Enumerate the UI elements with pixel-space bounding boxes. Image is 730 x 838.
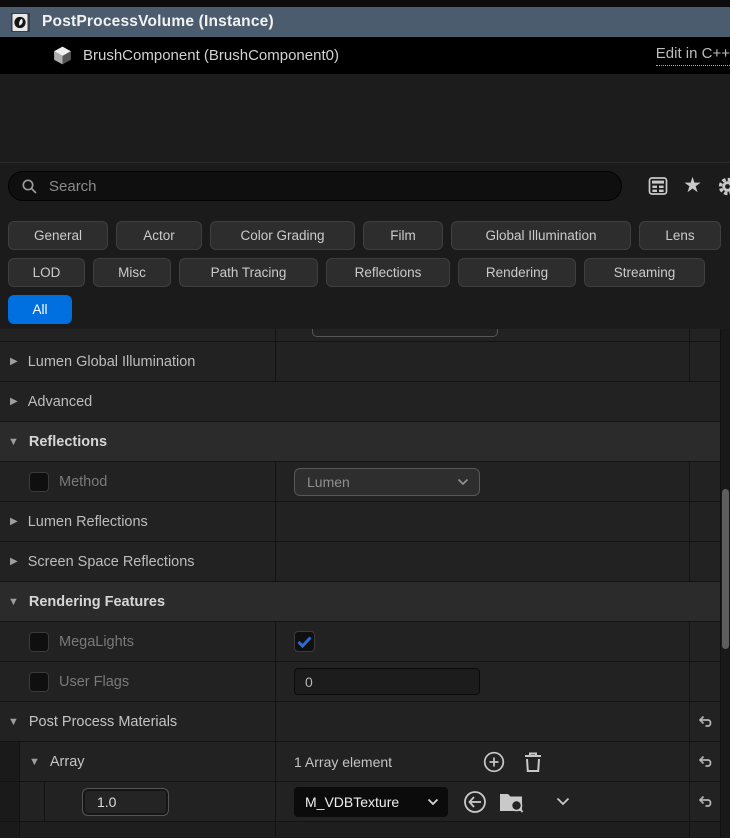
filter-rendering[interactable]: Rendering <box>458 258 576 287</box>
user-flags-input[interactable] <box>294 668 480 695</box>
row-array[interactable]: ▼ Array 1 Array element <box>0 742 730 782</box>
row-screen-space-reflections[interactable]: ▶ Screen Space Reflections <box>0 542 730 582</box>
filter-color-grading[interactable]: Color Grading <box>210 221 355 250</box>
actor-header: PostProcessVolume (Instance) <box>0 7 730 37</box>
top-strip <box>0 0 730 7</box>
clipped-widget <box>312 329 498 337</box>
expander-expanded-icon[interactable]: ▼ <box>8 596 19 608</box>
filter-buttons: General Actor Color Grading Film Global … <box>0 209 730 329</box>
row-label: User Flags <box>59 674 129 690</box>
row-label: Lumen Reflections <box>28 514 148 530</box>
indent-guide <box>20 782 45 821</box>
row-label: Lumen Global Illumination <box>28 354 196 370</box>
row-label: Post Process Materials <box>29 714 177 730</box>
component-row[interactable]: BrushComponent (BrushComponent0) Edit in… <box>0 37 730 74</box>
revert-icon[interactable] <box>697 714 714 730</box>
blend-weight-input[interactable] <box>82 788 169 816</box>
row-lumen-reflections[interactable]: ▶ Lumen Reflections <box>0 502 730 542</box>
filter-row-3: All <box>8 295 730 324</box>
filter-global-illumination[interactable]: Global Illumination <box>451 221 631 250</box>
add-element-icon[interactable] <box>482 750 506 774</box>
partial-row-bottom <box>0 822 730 837</box>
filter-row-2: LOD Misc Path Tracing Reflections Render… <box>8 258 730 287</box>
delete-all-trash-icon[interactable] <box>522 750 544 774</box>
check-icon <box>297 636 312 648</box>
chevron-down-icon <box>427 798 439 806</box>
row-label: Screen Space Reflections <box>28 554 195 570</box>
indent-guide <box>0 782 20 821</box>
expander-expanded-icon[interactable]: ▼ <box>20 756 40 768</box>
filter-lens[interactable]: Lens <box>639 221 721 250</box>
revert-icon[interactable] <box>697 754 714 770</box>
array-element-count: 1 Array element <box>294 754 392 770</box>
edit-condition-checkbox[interactable] <box>29 472 49 492</box>
row-array-element-0: M_VDBTexture <box>0 782 730 822</box>
indent-guide <box>0 822 20 837</box>
scrollbar-thumb[interactable] <box>722 489 729 649</box>
edit-condition-checkbox[interactable] <box>29 632 49 652</box>
expander-expanded-icon[interactable]: ▼ <box>0 716 19 728</box>
row-advanced[interactable]: ▶ Advanced <box>0 382 730 422</box>
expander-collapsed-icon[interactable]: ▶ <box>0 356 18 367</box>
filter-streaming[interactable]: Streaming <box>584 258 705 287</box>
row-post-process-materials[interactable]: ▼ Post Process Materials <box>0 702 730 742</box>
row-user-flags: User Flags <box>0 662 730 702</box>
revert-icon[interactable] <box>697 794 714 810</box>
filter-reflections[interactable]: Reflections <box>326 258 450 287</box>
filter-all[interactable]: All <box>8 295 72 324</box>
filter-misc[interactable]: Misc <box>93 258 171 287</box>
expander-collapsed-icon[interactable]: ▶ <box>0 516 18 527</box>
row-label: Advanced <box>28 394 93 410</box>
category-reflections[interactable]: ▼ Reflections <box>0 422 730 462</box>
component-name: BrushComponent (BrushComponent0) <box>83 47 339 64</box>
material-asset-combo[interactable]: M_VDBTexture <box>294 787 448 817</box>
search-input[interactable] <box>47 177 609 196</box>
postprocess-volume-icon <box>10 12 31 33</box>
filter-lod[interactable]: LOD <box>8 258 85 287</box>
category-label: Reflections <box>29 434 107 450</box>
browse-to-asset-icon[interactable] <box>498 790 526 814</box>
empty-area <box>0 74 730 163</box>
property-list: ▶ Lumen Global Illumination ▶ Advanced ▼… <box>0 329 730 837</box>
favorites-star-icon[interactable]: ★ <box>683 176 702 196</box>
search-row: ★ <box>0 163 730 209</box>
row-label: MegaLights <box>59 634 134 650</box>
filter-row-1: General Actor Color Grading Film Global … <box>8 221 730 250</box>
indent-guide <box>0 742 20 781</box>
filter-path-tracing[interactable]: Path Tracing <box>179 258 318 287</box>
material-asset-name: M_VDBTexture <box>305 794 399 810</box>
details-panel: PostProcessVolume (Instance) BrushCompon… <box>0 0 730 838</box>
row-label: Method <box>59 474 107 490</box>
chevron-down-icon <box>457 478 469 486</box>
filter-general[interactable]: General <box>8 221 108 250</box>
category-rendering-features[interactable]: ▼ Rendering Features <box>0 582 730 622</box>
expander-collapsed-icon[interactable]: ▶ <box>0 556 18 567</box>
row-lumen-global-illumination[interactable]: ▶ Lumen Global Illumination <box>0 342 730 382</box>
category-label: Rendering Features <box>29 594 165 610</box>
element-options-chevron-icon[interactable] <box>556 797 570 806</box>
expander-collapsed-icon[interactable]: ▶ <box>0 396 18 407</box>
row-label: Array <box>50 754 85 770</box>
search-box[interactable] <box>8 171 622 201</box>
row-method: Method Lumen <box>0 462 730 502</box>
display-grid-icon[interactable] <box>648 176 668 196</box>
settings-gear-icon[interactable] <box>717 176 730 197</box>
edit-condition-checkbox[interactable] <box>29 672 49 692</box>
search-icon <box>21 178 38 195</box>
megalights-checkbox-checked[interactable] <box>294 631 315 652</box>
brush-component-icon <box>52 45 73 66</box>
filter-film[interactable]: Film <box>363 221 443 250</box>
partial-row-top <box>0 329 730 342</box>
actor-title: PostProcessVolume (Instance) <box>42 13 274 31</box>
edit-in-cpp-link[interactable]: Edit in C++ <box>656 45 730 66</box>
method-dropdown[interactable]: Lumen <box>294 468 480 496</box>
search-toolbar: ★ <box>648 176 730 197</box>
expander-expanded-icon[interactable]: ▼ <box>8 436 19 448</box>
filter-actor[interactable]: Actor <box>116 221 202 250</box>
row-megalights: MegaLights <box>0 622 730 662</box>
use-selected-asset-icon[interactable] <box>462 789 488 815</box>
method-dropdown-value: Lumen <box>307 474 350 490</box>
